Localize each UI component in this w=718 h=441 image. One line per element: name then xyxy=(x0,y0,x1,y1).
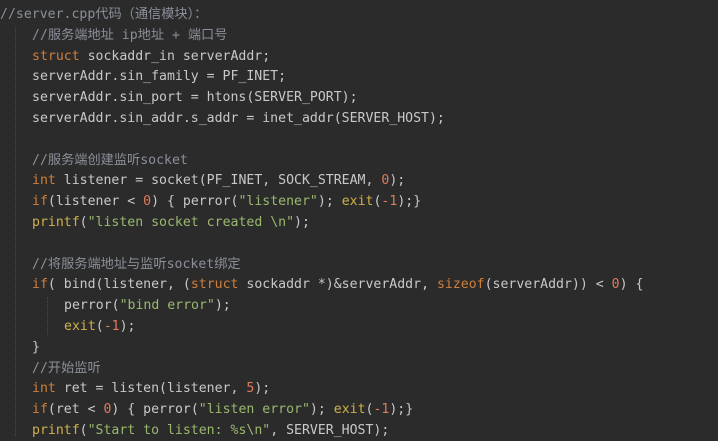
code-line: //开始监听 xyxy=(32,359,101,379)
code-token-keyword: struct xyxy=(32,48,80,64)
code-token-number: -1 xyxy=(103,319,120,334)
code-line: struct sockaddr_in serverAddr; xyxy=(32,47,270,67)
code-line: //将服务端地址与监听socket绑定 xyxy=(32,255,241,275)
code-token-plain: ( bind(listener, ( xyxy=(47,277,191,293)
code-line: printf("Start to listen: %s\n", SERVER_H… xyxy=(32,421,389,441)
code-token-comment: //server.cpp代码（通信模块）： xyxy=(0,7,208,22)
code-token-string: "listen error" xyxy=(198,402,310,418)
code-editor[interactable]: //server.cpp代码（通信模块）： //服务端地址 ip地址 + 端口号 s… xyxy=(0,0,718,438)
code-line: serverAddr.sin_addr.s_addr = inet_addr(S… xyxy=(32,109,445,129)
code-token-plain: serverAddr.sin_addr.s_addr = inet_addr(S… xyxy=(32,111,445,126)
code-token-number: 0 xyxy=(611,277,620,293)
code-token-plain: ); xyxy=(294,215,310,230)
code-token-plain: ( xyxy=(79,215,88,230)
code-token-keyword: struct xyxy=(190,277,239,293)
code-token-plain: ); xyxy=(254,381,271,397)
code-token-comment: //将服务端地址与监听socket绑定 xyxy=(32,256,241,272)
code-token-plain: ); xyxy=(214,298,231,314)
code-token-plain: } xyxy=(32,339,40,355)
code-line: if( bind(listener, (struct sockaddr *)&s… xyxy=(32,275,643,295)
code-token-func: printf xyxy=(32,215,80,230)
indent-guide xyxy=(15,27,16,436)
code-line: printf("listen socket created \n"); xyxy=(32,213,310,233)
code-token-plain: (ret < xyxy=(47,402,104,418)
code-token-plain: (listener < xyxy=(47,194,144,210)
code-token-plain: ( xyxy=(95,319,104,334)
code-token-keyword: sizeof xyxy=(436,277,485,293)
code-token-number: 0 xyxy=(143,194,152,210)
code-token-plain: serverAddr.sin_port = htons(SERVER_PORT)… xyxy=(32,90,358,106)
code-line: int ret = listen(listener, 5); xyxy=(32,379,270,399)
code-token-string: "bind error" xyxy=(119,298,215,314)
code-line: serverAddr.sin_port = htons(SERVER_PORT)… xyxy=(32,88,358,108)
code-token-plain: sockaddr *)&serverAddr, xyxy=(238,277,437,293)
code-token-plain: ); xyxy=(389,173,406,189)
code-token-keyword: if xyxy=(32,402,48,418)
code-token-string: "listen socket created \n" xyxy=(87,215,295,230)
code-token-plain: (serverAddr)) < xyxy=(484,277,612,293)
code-token-plain: );} xyxy=(397,194,422,210)
code-token-func: exit xyxy=(64,319,96,334)
code-line: int listener = socket(PF_INET, SOCK_STRE… xyxy=(32,171,405,191)
code-token-plain: ) { xyxy=(619,277,644,293)
code-token-plain: serverAddr.sin_family = PF_INET; xyxy=(32,69,287,85)
code-token-func: exit xyxy=(341,194,374,210)
code-token-plain: );} xyxy=(389,402,414,418)
code-token-type: int xyxy=(32,173,56,189)
code-token-comment: //服务端创建监听socket xyxy=(32,152,188,168)
code-line: serverAddr.sin_family = PF_INET; xyxy=(32,67,286,87)
code-line: if(ret < 0) { perror("listen error"); ex… xyxy=(32,400,413,420)
code-token-comment: //开始监听 xyxy=(32,360,101,376)
code-token-plain: ret = listen(listener, xyxy=(55,381,247,397)
code-line: } xyxy=(32,338,40,358)
code-token-keyword: if xyxy=(32,194,48,210)
code-token-plain: ) { perror( xyxy=(151,194,239,210)
code-token-plain: listener = socket(PF_INET, SOCK_STREAM, xyxy=(55,173,382,189)
code-token-string: "listener" xyxy=(238,194,318,210)
code-line: //服务端创建监听socket xyxy=(32,151,188,171)
code-token-plain: ); xyxy=(119,319,136,334)
code-line: //server.cpp代码（通信模块）： xyxy=(0,5,207,25)
code-line: if(listener < 0) { perror("listener"); e… xyxy=(32,192,421,212)
code-line: //服务端地址 ip地址 + 端口号 xyxy=(32,26,227,46)
code-token-plain: perror( xyxy=(64,298,120,314)
code-token-plain: ); xyxy=(309,402,334,418)
code-line: exit(-1); xyxy=(64,317,136,337)
code-token-comment: //服务端地址 ip地址 + 端口号 xyxy=(32,27,228,43)
code-token-plain: sockaddr_in serverAddr; xyxy=(79,48,271,64)
code-token-plain: ) { perror( xyxy=(111,402,199,418)
indent-guide xyxy=(47,297,48,335)
code-token-plain: ); xyxy=(317,194,342,210)
code-line: perror("bind error"); xyxy=(64,296,231,316)
code-token-keyword: if xyxy=(32,277,48,293)
code-token-type: int xyxy=(32,381,56,397)
code-token-func: exit xyxy=(333,402,366,418)
code-token-number: -1 xyxy=(373,402,390,418)
code-token-number: -1 xyxy=(381,194,398,210)
